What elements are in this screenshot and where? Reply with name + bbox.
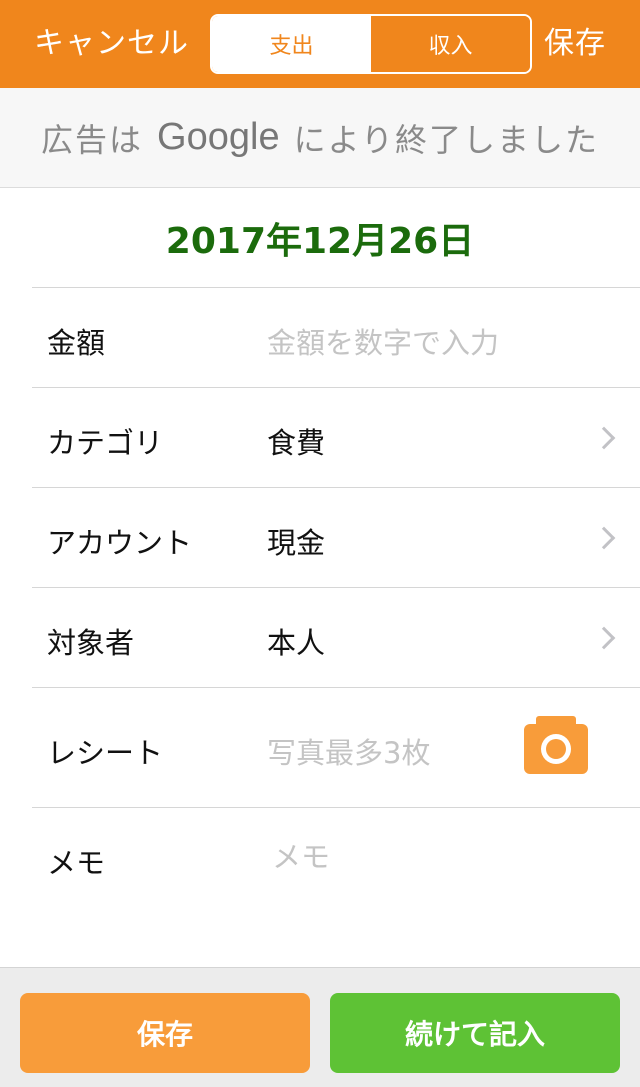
ad-prefix-text: 広告は [41,120,144,159]
save-button[interactable]: 保存 [20,993,310,1073]
navigation-bar: キャンセル 支出 収入 保存 [0,0,640,88]
nav-save-button[interactable]: 保存 [544,22,606,66]
account-value: 現金 [267,526,326,560]
chevron-right-icon [592,626,616,650]
amount-row[interactable]: 金額 金額を数字で入力 [32,287,640,387]
segment-expense[interactable]: 支出 [212,16,371,72]
category-row[interactable]: カテゴリ 食費 [32,387,640,487]
date-selector[interactable]: 2017年12月26日 [0,188,640,288]
amount-label: 金額 [47,326,106,360]
category-value: 食費 [267,426,326,460]
bottom-action-bar: 保存 続けて記入 [0,967,640,1087]
chevron-right-icon [592,526,616,550]
memo-label: メモ [47,846,106,880]
continue-entry-button[interactable]: 続けて記入 [330,993,620,1073]
ad-suffix-text: により終了しました [293,120,599,159]
camera-icon[interactable] [524,716,588,774]
person-row[interactable]: 対象者 本人 [32,587,640,687]
segment-income[interactable]: 収入 [371,16,530,72]
account-label: アカウント [47,526,193,560]
google-wordmark: Google [157,116,280,158]
person-value: 本人 [267,626,326,660]
expense-income-segmented-control: 支出 収入 [210,14,532,74]
memo-row: メモ メモ [32,807,640,967]
chevron-right-icon [592,426,616,450]
account-row[interactable]: アカウント 現金 [32,487,640,587]
person-label: 対象者 [47,626,135,660]
category-label: カテゴリ [47,426,164,460]
ad-banner: 広告は Google により終了しました [0,88,640,188]
memo-input[interactable]: メモ [272,834,330,876]
amount-input[interactable]: 金額を数字で入力 [267,320,499,362]
receipt-placeholder: 写真最多3枚 [267,736,431,770]
cancel-button[interactable]: キャンセル [34,22,189,66]
receipt-label: レシート [47,736,164,770]
